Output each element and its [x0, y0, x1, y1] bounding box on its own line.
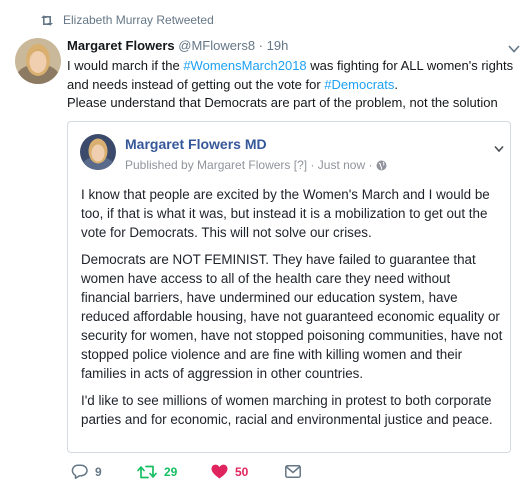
- author-handle[interactable]: @MFlowers8: [178, 38, 255, 53]
- card-paragraph-2: Democrats are NOT FEMINIST. They have fa…: [81, 252, 503, 381]
- card-paragraph-1: I know that people are excited by the Wo…: [81, 187, 490, 240]
- reply-button[interactable]: 9: [71, 464, 137, 479]
- like-icon: [211, 464, 228, 479]
- retweeted-by-text: Elizabeth Murray Retweeted: [63, 13, 214, 27]
- card-avatar[interactable]: [80, 134, 116, 170]
- tweet-text-line1: I would march if the #WomensMarch2018 wa…: [67, 58, 514, 92]
- retweet-icon: [137, 465, 157, 478]
- retweeted-by-banner[interactable]: Elizabeth Murray Retweeted: [40, 13, 214, 27]
- direct-message-button[interactable]: [285, 465, 301, 478]
- direct-message-icon: [285, 465, 301, 478]
- like-button[interactable]: 50: [211, 464, 285, 479]
- card-paragraph-3: I'd like to see millions of women marchi…: [81, 393, 493, 427]
- globe-icon: [376, 160, 387, 174]
- reply-count: 9: [95, 464, 102, 479]
- retweet-count: 29: [164, 464, 178, 479]
- tweet-timestamp[interactable]: · 19h: [259, 38, 289, 53]
- card-time[interactable]: · Just now ·: [310, 158, 372, 172]
- retweet-button[interactable]: 29: [137, 465, 211, 479]
- tweet-actions: 9 29 50: [71, 464, 301, 479]
- tweet-text-line2: Please understand that Democrats are par…: [67, 95, 498, 110]
- embedded-post-card[interactable]: Margaret Flowers MD Published by Margare…: [67, 121, 511, 453]
- card-meta: Published by Margaret Flowers [?] · Just…: [125, 158, 387, 174]
- card-published-by: Published by Margaret Flowers: [125, 158, 291, 172]
- chevron-down-icon[interactable]: [508, 41, 520, 53]
- hashtag-democrats-link[interactable]: #Democrats: [324, 77, 394, 92]
- author-avatar[interactable]: [15, 38, 61, 84]
- reply-icon: [71, 464, 88, 479]
- hashtag-womensmarch-link[interactable]: #WomensMarch2018: [183, 58, 306, 73]
- like-count: 50: [235, 464, 249, 479]
- card-chevron-down-icon[interactable]: [494, 140, 504, 153]
- card-note[interactable]: [?]: [294, 158, 307, 172]
- card-author-name[interactable]: Margaret Flowers MD: [125, 136, 267, 152]
- tweet-text: I would march if the #WomensMarch2018 wa…: [67, 57, 519, 113]
- retweet-icon: [40, 14, 54, 26]
- author-name[interactable]: Margaret Flowers: [67, 38, 175, 53]
- card-body: I know that people are excited by the Wo…: [81, 185, 503, 437]
- tweet-header: Margaret Flowers @MFlowers8 · 19h: [67, 38, 288, 53]
